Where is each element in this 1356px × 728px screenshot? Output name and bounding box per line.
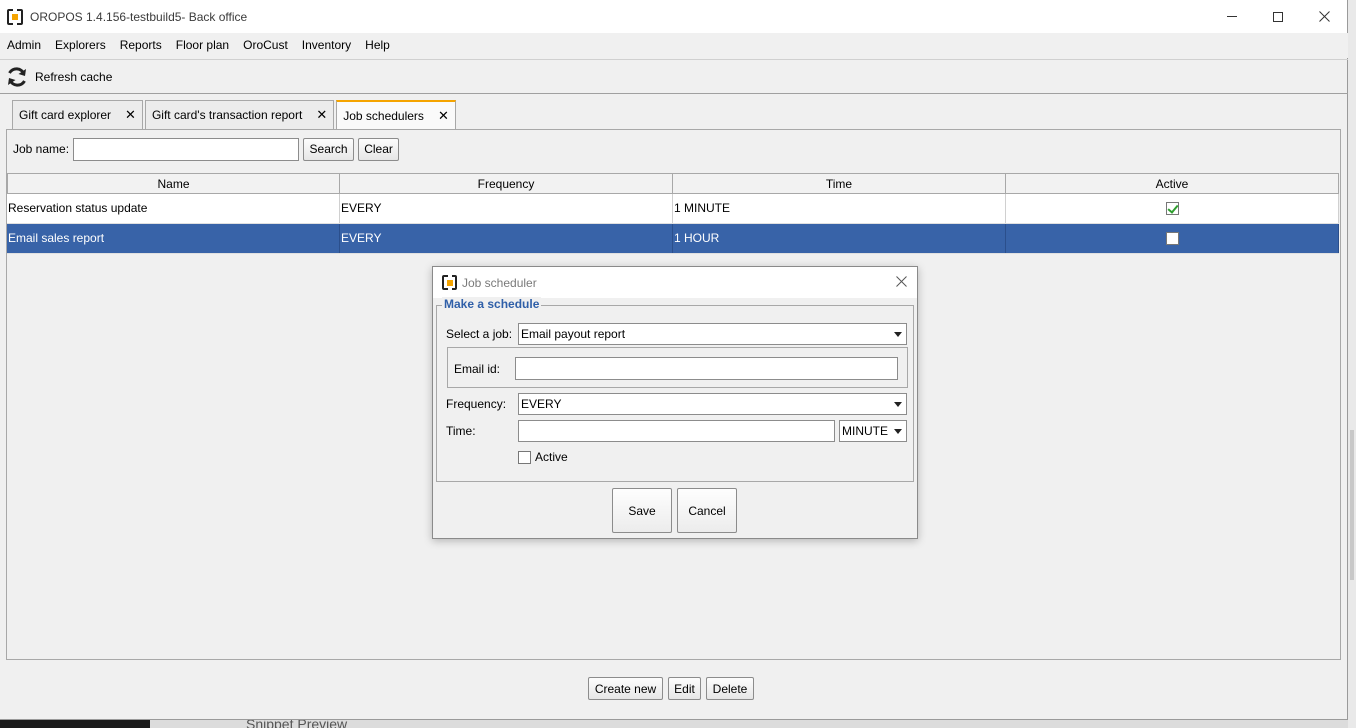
active-checkbox[interactable] (518, 450, 531, 464)
cell-frequency: EVERY (340, 224, 673, 253)
time-label: Time: (446, 424, 476, 438)
chevron-down-icon (894, 429, 902, 434)
dialog-close-icon[interactable] (896, 274, 907, 292)
job-scheduler-dialog: Job scheduler Make a schedule Select a j… (432, 266, 918, 539)
active-row[interactable]: Active (518, 450, 568, 464)
clear-button[interactable]: Clear (358, 137, 400, 161)
app-logo-icon (7, 7, 23, 26)
close-tab-icon[interactable]: ✕ (316, 107, 327, 123)
save-button[interactable]: Save (612, 488, 672, 533)
chevron-down-icon (894, 402, 902, 407)
refresh-cache-label: Refresh cache (35, 69, 113, 84)
table-header: Name Frequency Time Active (7, 173, 1339, 194)
background-scrollbar (1348, 0, 1356, 728)
cancel-button[interactable]: Cancel (677, 488, 737, 533)
job-table: Name Frequency Time Active Reservation s… (7, 173, 1339, 254)
close-window-button[interactable] (1301, 0, 1347, 33)
menu-admin[interactable]: Admin (0, 33, 48, 58)
cell-time: 1 MINUTE (673, 194, 1006, 223)
frequency-row: Frequency: EVERY (446, 393, 907, 415)
column-header-name[interactable]: Name (7, 174, 340, 193)
maximize-icon (1273, 11, 1283, 22)
search-button[interactable]: Search (303, 137, 355, 161)
section-title: Make a schedule (442, 297, 542, 311)
table-row-selected[interactable]: Email sales report EVERY 1 HOUR (7, 224, 1339, 254)
tab-label: Gift card's transaction report (151, 108, 303, 122)
table-row[interactable]: Reservation status update EVERY 1 MINUTE (7, 194, 1339, 224)
select-job-row: Select a job: Email payout report (446, 323, 907, 345)
delete-button[interactable]: Delete (706, 677, 754, 700)
dialog-title: Job scheduler (462, 275, 537, 290)
cell-name: Reservation status update (7, 194, 340, 223)
refresh-icon (8, 66, 26, 87)
job-name-label: Job name: (13, 142, 70, 156)
cell-active (1006, 224, 1339, 253)
menu-inventory[interactable]: Inventory (295, 33, 358, 58)
time-row: Time: MINUTE (446, 420, 907, 442)
cell-name: Email sales report (7, 224, 340, 253)
search-row: Job name: Search Clear (13, 137, 400, 161)
menu-explorers[interactable]: Explorers (48, 33, 113, 58)
menu-reports[interactable]: Reports (113, 33, 169, 58)
title-bar: OROPOS 1.4.156-testbuild5- Back office (0, 0, 1347, 33)
cell-frequency: EVERY (340, 194, 673, 223)
select-job-value: Email payout report (521, 327, 626, 341)
edit-button[interactable]: Edit (668, 677, 701, 700)
close-icon (1318, 11, 1330, 22)
maximize-button[interactable] (1255, 0, 1301, 33)
close-tab-icon[interactable]: ✕ (125, 107, 136, 123)
minimize-icon (1227, 16, 1237, 17)
frequency-value: EVERY (521, 397, 562, 411)
chevron-down-icon (894, 332, 902, 337)
active-checkbox[interactable] (1166, 232, 1179, 245)
active-checkbox[interactable] (1166, 202, 1179, 215)
column-header-active[interactable]: Active (1006, 174, 1339, 193)
minimize-button[interactable] (1209, 0, 1255, 33)
menu-help[interactable]: Help (358, 33, 397, 58)
dialog-title-bar: Job scheduler (433, 267, 917, 298)
job-name-input[interactable] (73, 137, 300, 161)
time-input[interactable] (518, 420, 835, 442)
background-scrollbar-thumb (1350, 430, 1354, 580)
email-group: Email id: (447, 347, 908, 388)
tab-gift-card-transaction-report[interactable]: Gift card's transaction report ✕ (144, 100, 335, 129)
menu-bar: Admin Explorers Reports Floor plan OroCu… (0, 33, 1348, 58)
frequency-dropdown[interactable]: EVERY (518, 393, 907, 415)
email-id-label: Email id: (454, 361, 501, 376)
toolbar: Refresh cache (0, 59, 1348, 94)
menu-floor-plan[interactable]: Floor plan (169, 33, 236, 58)
active-label: Active (535, 450, 568, 464)
tab-label: Job schedulers (343, 109, 424, 123)
column-header-time[interactable]: Time (673, 174, 1006, 193)
time-unit-value: MINUTE (842, 424, 888, 438)
frequency-label: Frequency: (446, 397, 507, 411)
cell-active (1006, 194, 1339, 223)
action-buttons: Create new Edit Delete (588, 677, 759, 700)
close-tab-icon[interactable]: ✕ (438, 108, 449, 124)
column-header-frequency[interactable]: Frequency (340, 174, 673, 193)
app-logo-icon (442, 274, 457, 291)
time-unit-dropdown[interactable]: MINUTE (839, 420, 907, 442)
cell-time: 1 HOUR (673, 224, 1006, 253)
window-title: OROPOS 1.4.156-testbuild5- Back office (30, 9, 248, 24)
tab-job-schedulers[interactable]: Job schedulers ✕ (336, 100, 456, 130)
schedule-section: Make a schedule Select a job: Email payo… (436, 297, 914, 482)
tab-gift-card-explorer[interactable]: Gift card explorer ✕ (12, 100, 143, 129)
main-window: OROPOS 1.4.156-testbuild5- Back office A… (0, 0, 1348, 720)
select-job-label: Select a job: (446, 327, 513, 341)
select-job-dropdown[interactable]: Email payout report (518, 323, 907, 345)
tab-label: Gift card explorer (19, 108, 112, 122)
menu-orocust[interactable]: OroCust (236, 33, 295, 58)
create-new-button[interactable]: Create new (588, 677, 663, 700)
refresh-cache-button[interactable]: Refresh cache (5, 62, 118, 92)
email-id-input[interactable] (515, 357, 898, 380)
tab-strip: Gift card explorer ✕ Gift card's transac… (12, 100, 458, 130)
